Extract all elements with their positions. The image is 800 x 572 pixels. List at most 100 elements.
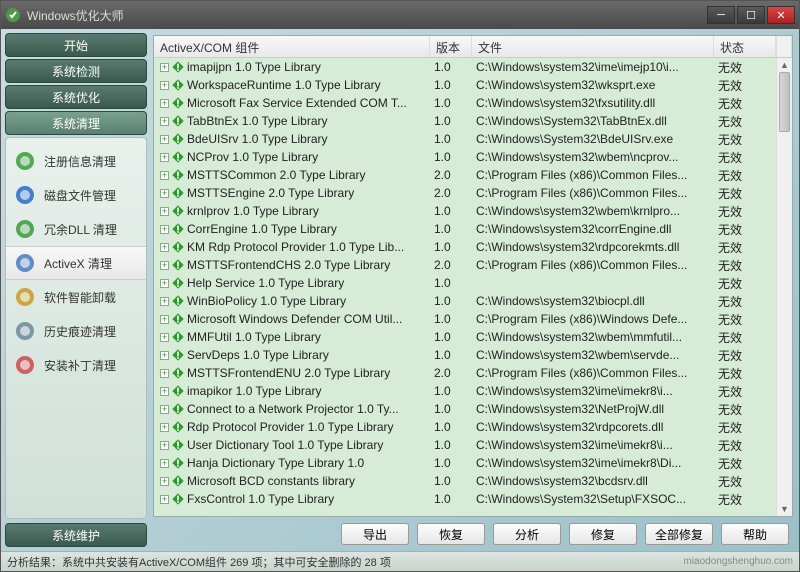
expand-icon[interactable]: + (160, 477, 169, 486)
expand-icon[interactable]: + (160, 495, 169, 504)
expand-icon[interactable]: + (160, 279, 169, 288)
table-row[interactable]: +Microsoft Fax Service Extended COM T...… (154, 94, 792, 112)
expand-icon[interactable]: + (160, 297, 169, 306)
button-bar: 导出恢复分析修复全部修复帮助 (153, 517, 793, 551)
expand-icon[interactable]: + (160, 261, 169, 270)
row-file: C:\Windows\system32\wbem\servde... (472, 348, 714, 362)
table-row[interactable]: +BdeUISrv 1.0 Type Library1.0C:\Windows\… (154, 130, 792, 148)
header-status[interactable]: 状态 (714, 36, 776, 57)
table-row[interactable]: +TabBtnEx 1.0 Type Library1.0C:\Windows\… (154, 112, 792, 130)
table-row[interactable]: +WorkspaceRuntime 1.0 Type Library1.0C:\… (154, 76, 792, 94)
expand-icon[interactable]: + (160, 189, 169, 198)
sidebar-item-5[interactable]: 历史痕迹清理 (6, 314, 146, 348)
expand-icon[interactable]: + (160, 369, 169, 378)
table-row[interactable]: +NCProv 1.0 Type Library1.0C:\Windows\sy… (154, 148, 792, 166)
row-file: C:\Windows\System32\Setup\FXSOC... (472, 492, 714, 506)
scroll-up-icon[interactable]: ▲ (777, 58, 792, 72)
expand-icon[interactable]: + (160, 333, 169, 342)
expand-icon[interactable]: + (160, 117, 169, 126)
maximize-button[interactable]: ☐ (737, 6, 765, 24)
minimize-button[interactable]: ─ (707, 6, 735, 24)
table-row[interactable]: +WinBioPolicy 1.0 Type Library1.0C:\Wind… (154, 292, 792, 310)
expand-icon[interactable]: + (160, 153, 169, 162)
row-file: C:\Windows\system32\ime\imekr8\i... (472, 438, 714, 452)
sidebar-item-3[interactable]: ActiveX 清理 (6, 246, 146, 280)
header-file[interactable]: 文件 (472, 36, 714, 57)
table-row[interactable]: +Microsoft Windows Defender COM Util...1… (154, 310, 792, 328)
expand-icon[interactable]: + (160, 441, 169, 450)
expand-icon[interactable]: + (160, 423, 169, 432)
row-version: 2.0 (430, 366, 472, 380)
table-row[interactable]: +CorrEngine 1.0 Type Library1.0C:\Window… (154, 220, 792, 238)
sidebar-tab-0[interactable]: 开始 (5, 33, 147, 57)
expand-icon[interactable]: + (160, 225, 169, 234)
table-row[interactable]: +MSTTSEngine 2.0 Type Library2.0C:\Progr… (154, 184, 792, 202)
expand-icon[interactable]: + (160, 63, 169, 72)
sidebar-item-label: 注册信息清理 (44, 153, 116, 170)
table-row[interactable]: +MSTTSFrontendCHS 2.0 Type Library2.0C:\… (154, 256, 792, 274)
table-row[interactable]: +ServDeps 1.0 Type Library1.0C:\Windows\… (154, 346, 792, 364)
row-version: 1.0 (430, 150, 472, 164)
row-file: C:\Windows\system32\ime\imekr8\Di... (472, 456, 714, 470)
action-button-1[interactable]: 恢复 (417, 523, 485, 545)
action-button-3[interactable]: 修复 (569, 523, 637, 545)
table-row[interactable]: +Rdp Protocol Provider 1.0 Type Library1… (154, 418, 792, 436)
table-row[interactable]: +MSTTSCommon 2.0 Type Library2.0C:\Progr… (154, 166, 792, 184)
scroll-down-icon[interactable]: ▼ (777, 502, 792, 516)
table-row[interactable]: +Help Service 1.0 Type Library1.0无效 (154, 274, 792, 292)
sidebar-item-2[interactable]: 冗余DLL 清理 (6, 212, 146, 246)
table-row[interactable]: +MMFUtil 1.0 Type Library1.0C:\Windows\s… (154, 328, 792, 346)
scroll-thumb[interactable] (779, 72, 790, 132)
expand-icon[interactable]: + (160, 207, 169, 216)
row-name: imapijpn 1.0 Type Library (187, 60, 321, 74)
table-row[interactable]: +imapikor 1.0 Type Library1.0C:\Windows\… (154, 382, 792, 400)
table-row[interactable]: +krnlprov 1.0 Type Library1.0C:\Windows\… (154, 202, 792, 220)
action-button-4[interactable]: 全部修复 (645, 523, 713, 545)
sidebar-tab-1[interactable]: 系统检测 (5, 59, 147, 83)
expand-icon[interactable]: + (160, 387, 169, 396)
scrollbar[interactable]: ▲ ▼ (776, 58, 792, 516)
app-window: Windows优化大师 ─ ☐ ✕ 开始系统检测系统优化系统清理 注册信息清理磁… (0, 0, 800, 572)
header-version[interactable]: 版本 (430, 36, 472, 57)
expand-icon[interactable]: + (160, 243, 169, 252)
close-button[interactable]: ✕ (767, 6, 795, 24)
table-row[interactable]: +User Dictionary Tool 1.0 Type Library1.… (154, 436, 792, 454)
expand-icon[interactable]: + (160, 351, 169, 360)
row-file: C:\Windows\system32\corrEngine.dll (472, 222, 714, 236)
table-row[interactable]: +MSTTSFrontendENU 2.0 Type Library2.0C:\… (154, 364, 792, 382)
row-version: 1.0 (430, 438, 472, 452)
sidebar-tab-3[interactable]: 系统清理 (5, 111, 147, 135)
expand-icon[interactable]: + (160, 405, 169, 414)
sidebar-item-1[interactable]: 磁盘文件管理 (6, 178, 146, 212)
sidebar-tab-2[interactable]: 系统优化 (5, 85, 147, 109)
table-row[interactable]: +Microsoft BCD constants library1.0C:\Wi… (154, 472, 792, 490)
row-version: 1.0 (430, 384, 472, 398)
table-row[interactable]: +Connect to a Network Projector 1.0 Ty..… (154, 400, 792, 418)
row-file: C:\Windows\system32\biocpl.dll (472, 294, 714, 308)
expand-icon[interactable]: + (160, 315, 169, 324)
expand-icon[interactable]: + (160, 99, 169, 108)
sidebar-item-0[interactable]: 注册信息清理 (6, 144, 146, 178)
row-file: C:\Windows\System32\TabBtnEx.dll (472, 114, 714, 128)
row-file: C:\Windows\system32\wbem\krnlpro... (472, 204, 714, 218)
action-button-2[interactable]: 分析 (493, 523, 561, 545)
row-name: KM Rdp Protocol Provider 1.0 Type Lib... (187, 240, 404, 254)
sidebar-tab-maintenance[interactable]: 系统维护 (5, 523, 147, 547)
expand-icon[interactable]: + (160, 459, 169, 468)
table-row[interactable]: +Hanja Dictionary Type Library 1.01.0C:\… (154, 454, 792, 472)
sidebar-item-4[interactable]: 软件智能卸载 (6, 280, 146, 314)
row-name: WorkspaceRuntime 1.0 Type Library (187, 78, 381, 92)
row-version: 1.0 (430, 348, 472, 362)
sidebar-item-6[interactable]: 安装补丁清理 (6, 348, 146, 382)
table-row[interactable]: +imapijpn 1.0 Type Library1.0C:\Windows\… (154, 58, 792, 76)
action-button-0[interactable]: 导出 (341, 523, 409, 545)
table-row[interactable]: +FxsControl 1.0 Type Library1.0C:\Window… (154, 490, 792, 508)
watermark: miaodongshenghuo.com (683, 556, 793, 567)
action-button-5[interactable]: 帮助 (721, 523, 789, 545)
header-name[interactable]: ActiveX/COM 组件 (154, 36, 430, 57)
expand-icon[interactable]: + (160, 171, 169, 180)
expand-icon[interactable]: + (160, 81, 169, 90)
expand-icon[interactable]: + (160, 135, 169, 144)
table-row[interactable]: + KM Rdp Protocol Provider 1.0 Type Lib..… (154, 238, 792, 256)
titlebar[interactable]: Windows优化大师 ─ ☐ ✕ (1, 1, 799, 29)
